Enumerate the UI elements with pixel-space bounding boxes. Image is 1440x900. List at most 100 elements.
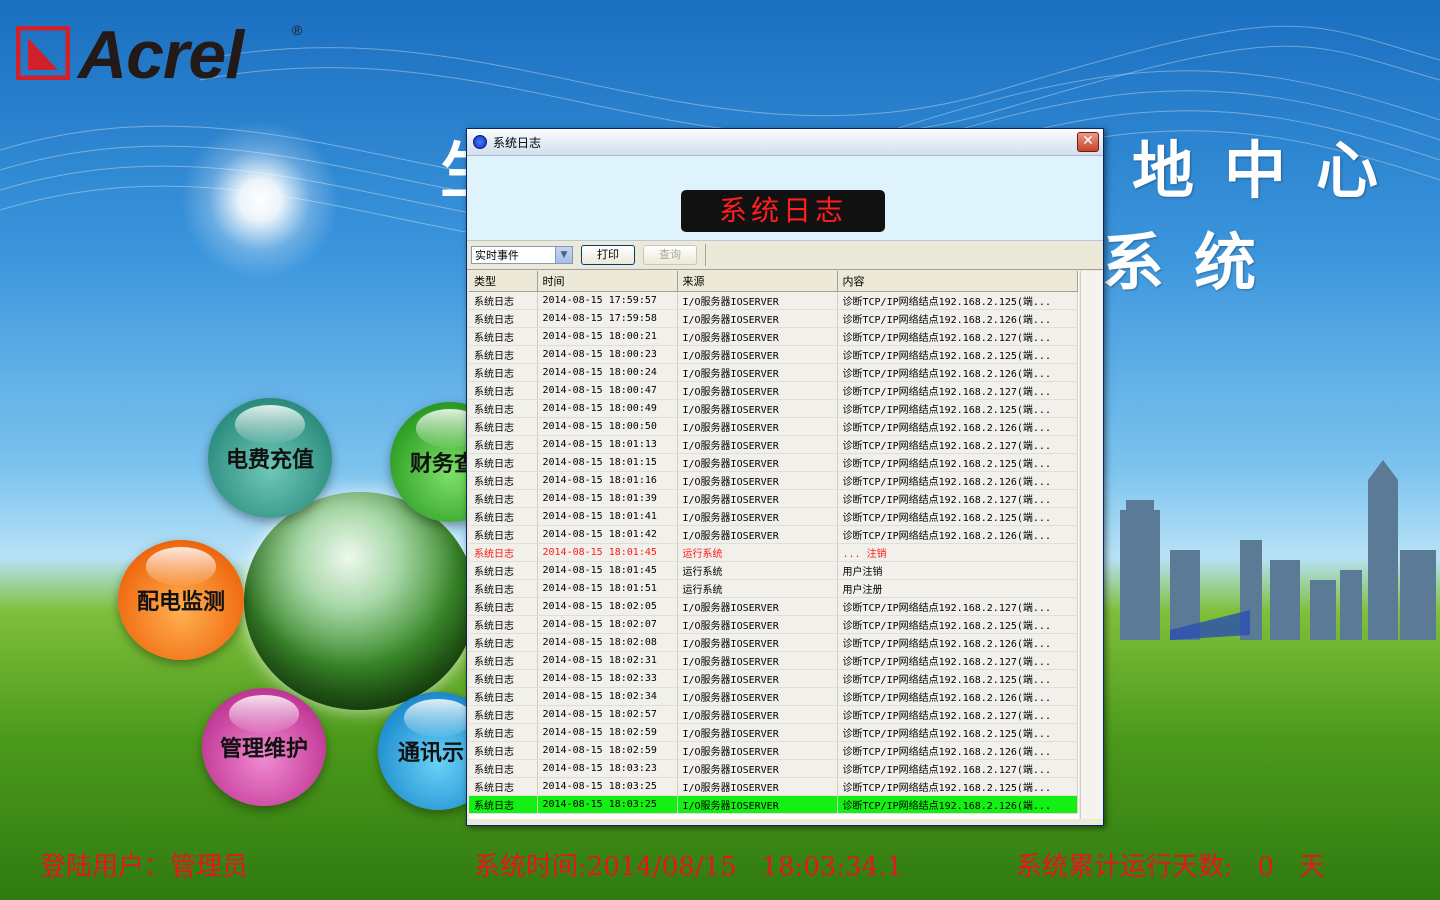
fee-recharge-button[interactable]: 电费充值 [208, 398, 332, 518]
log-cell-content: 诊断TCP/IP网络结点192.168.2.127(端... [837, 435, 1078, 454]
log-cell-content: 诊断TCP/IP网络结点192.168.2.127(端... [837, 759, 1078, 778]
table-row[interactable]: 系统日志 2014-08-15 18:02:08 I/O服务器IOSERVER 诊断T… [469, 633, 1078, 652]
table-row[interactable]: 系统日志 2014-08-15 18:01:41 I/O服务器IOSERVER 诊断T… [469, 507, 1078, 526]
log-cell-source: I/O服务器IOSERVER [677, 507, 838, 526]
dialog-title: 系统日志 [493, 135, 542, 150]
table-row[interactable]: 系统日志 2014-08-15 18:01:15 I/O服务器IOSERVER 诊断T… [469, 453, 1078, 472]
dialog-titlebar[interactable]: 系统日志 ✕ [467, 129, 1103, 156]
table-row[interactable]: 系统日志 2014-08-15 18:02:59 I/O服务器IOSERVER 诊断T… [469, 723, 1078, 742]
table-row[interactable]: 系统日志 2014-08-15 18:02:05 I/O服务器IOSERVER 诊断T… [469, 597, 1078, 616]
table-row[interactable]: 系统日志 2014-08-15 17:59:57 I/O服务器IOSERVER 诊断T… [469, 291, 1078, 310]
log-cell-content: 诊断TCP/IP网络结点192.168.2.126(端... [837, 795, 1078, 814]
log-cell-type: 系统日志 [469, 363, 538, 382]
table-row[interactable]: 系统日志 2014-08-15 18:01:42 I/O服务器IOSERVER 诊断T… [469, 525, 1078, 544]
log-cell-type: 系统日志 [469, 345, 538, 364]
log-cell-type: 系统日志 [469, 543, 538, 562]
log-cell-type: 系统日志 [469, 525, 538, 544]
table-row[interactable]: 系统日志 2014-08-15 18:00:21 I/O服务器IOSERVER 诊断T… [469, 327, 1078, 346]
vertical-scrollbar[interactable] [1080, 271, 1103, 819]
log-cell-content: 诊断TCP/IP网络结点192.168.2.127(端... [837, 327, 1078, 346]
log-cell-time: 2014-08-15 18:01:15 [537, 453, 678, 472]
chevron-down-icon[interactable]: ▼ [555, 247, 572, 263]
log-cell-source: 运行系统 [677, 543, 838, 562]
log-cell-time: 2014-08-15 18:02:34 [537, 687, 678, 706]
log-cell-content: 诊断TCP/IP网络结点192.168.2.126(端... [837, 687, 1078, 706]
table-row[interactable]: 系统日志 2014-08-15 18:01:45 运行系统 ... 注销 [469, 543, 1078, 562]
log-cell-type: 系统日志 [469, 759, 538, 778]
table-header-row: 类型 时间 来源 内容 [469, 271, 1078, 292]
log-cell-time: 2014-08-15 18:01:42 [537, 525, 678, 544]
log-cell-content: 诊断TCP/IP网络结点192.168.2.127(端... [837, 597, 1078, 616]
log-cell-time: 2014-08-15 18:02:07 [537, 615, 678, 634]
table-row[interactable]: 系统日志 2014-08-15 18:02:07 I/O服务器IOSERVER 诊断T… [469, 615, 1078, 634]
log-cell-source: I/O服务器IOSERVER [677, 525, 838, 544]
log-cell-time: 2014-08-15 18:02:57 [537, 705, 678, 724]
log-cell-type: 系统日志 [469, 327, 538, 346]
log-cell-time: 2014-08-15 18:02:59 [537, 741, 678, 760]
col-header-time[interactable]: 时间 [537, 271, 678, 292]
log-cell-content: 诊断TCP/IP网络结点192.168.2.125(端... [837, 453, 1078, 472]
log-cell-type: 系统日志 [469, 687, 538, 706]
log-cell-source: I/O服务器IOSERVER [677, 705, 838, 724]
bg-title-line2: 系统 [1102, 226, 1287, 299]
table-row[interactable]: 系统日志 2014-08-15 18:01:45 运行系统 用户注销 [469, 561, 1078, 580]
log-cell-source: I/O服务器IOSERVER [677, 795, 838, 814]
maintenance-button[interactable]: 管理维护 [202, 688, 326, 806]
close-button[interactable]: ✕ [1077, 132, 1099, 152]
power-monitor-button[interactable]: 配电监测 [118, 540, 244, 660]
log-cell-content: 诊断TCP/IP网络结点192.168.2.126(端... [837, 309, 1078, 328]
log-cell-time: 2014-08-15 18:00:49 [537, 399, 678, 418]
table-row[interactable]: 系统日志 2014-08-15 18:02:57 I/O服务器IOSERVER 诊断T… [469, 705, 1078, 724]
table-row[interactable]: 系统日志 2014-08-15 18:03:25 I/O服务器IOSERVER 诊断T… [469, 777, 1078, 796]
print-button[interactable]: 打印 [581, 245, 635, 265]
log-cell-source: I/O服务器IOSERVER [677, 471, 838, 490]
query-button[interactable]: 查询 [643, 245, 697, 265]
log-cell-source: I/O服务器IOSERVER [677, 399, 838, 418]
log-cell-time: 2014-08-15 18:00:23 [537, 345, 678, 364]
dialog-banner: 系统日志 [467, 156, 1103, 241]
table-row[interactable]: 系统日志 2014-08-15 18:01:16 I/O服务器IOSERVER 诊断T… [469, 471, 1078, 490]
table-row[interactable]: 系统日志 2014-08-15 18:01:13 I/O服务器IOSERVER 诊断T… [469, 435, 1078, 454]
log-cell-source: I/O服务器IOSERVER [677, 687, 838, 706]
log-cell-content: 诊断TCP/IP网络结点192.168.2.127(端... [837, 705, 1078, 724]
table-row[interactable]: 系统日志 2014-08-15 18:00:49 I/O服务器IOSERVER 诊断T… [469, 399, 1078, 418]
log-cell-source: I/O服务器IOSERVER [677, 489, 838, 508]
log-cell-source: I/O服务器IOSERVER [677, 597, 838, 616]
log-cell-source: I/O服务器IOSERVER [677, 291, 838, 310]
log-cell-type: 系统日志 [469, 561, 538, 580]
col-header-content[interactable]: 内容 [837, 271, 1078, 292]
log-cell-source: I/O服务器IOSERVER [677, 309, 838, 328]
log-table-container[interactable]: 类型 时间 来源 内容 系统日志 2014-08-15 17:59:57 I/O服务… [469, 271, 1079, 819]
table-row[interactable]: 系统日志 2014-08-15 18:02:59 I/O服务器IOSERVER 诊断T… [469, 741, 1078, 760]
log-cell-source: I/O服务器IOSERVER [677, 723, 838, 742]
log-cell-source: I/O服务器IOSERVER [677, 417, 838, 436]
log-cell-time: 2014-08-15 18:00:47 [537, 381, 678, 400]
log-cell-type: 系统日志 [469, 579, 538, 598]
table-row[interactable]: 系统日志 2014-08-15 18:02:31 I/O服务器IOSERVER 诊断T… [469, 651, 1078, 670]
table-row[interactable]: 系统日志 2014-08-15 18:00:47 I/O服务器IOSERVER 诊断T… [469, 381, 1078, 400]
table-row[interactable]: 系统日志 2014-08-15 18:01:51 运行系统 用户注册 [469, 579, 1078, 598]
table-row[interactable]: 系统日志 2014-08-15 18:01:39 I/O服务器IOSERVER 诊断T… [469, 489, 1078, 508]
log-cell-time: 2014-08-15 18:02:31 [537, 651, 678, 670]
table-row[interactable]: 系统日志 2014-08-15 17:59:58 I/O服务器IOSERVER 诊断T… [469, 309, 1078, 328]
log-cell-type: 系统日志 [469, 597, 538, 616]
table-row[interactable]: 系统日志 2014-08-15 18:02:33 I/O服务器IOSERVER 诊断T… [469, 669, 1078, 688]
log-cell-type: 系统日志 [469, 507, 538, 526]
table-row[interactable]: 系统日志 2014-08-15 18:02:34 I/O服务器IOSERVER 诊断T… [469, 687, 1078, 706]
table-row[interactable]: 系统日志 2014-08-15 18:00:50 I/O服务器IOSERVER 诊断T… [469, 417, 1078, 436]
log-cell-source: I/O服务器IOSERVER [677, 633, 838, 652]
logo-mark-icon [16, 26, 70, 80]
table-row[interactable]: 系统日志 2014-08-15 18:03:25 I/O服务器IOSERVER 诊断T… [469, 795, 1078, 814]
col-header-type[interactable]: 类型 [469, 271, 538, 292]
col-header-source[interactable]: 来源 [677, 271, 838, 292]
log-cell-type: 系统日志 [469, 741, 538, 760]
table-row[interactable]: 系统日志 2014-08-15 18:00:24 I/O服务器IOSERVER 诊断T… [469, 363, 1078, 382]
log-cell-source: I/O服务器IOSERVER [677, 345, 838, 364]
table-row[interactable]: 系统日志 2014-08-15 18:00:23 I/O服务器IOSERVER 诊断T… [469, 345, 1078, 364]
table-row[interactable]: 系统日志 2014-08-15 18:03:23 I/O服务器IOSERVER 诊断T… [469, 759, 1078, 778]
log-cell-type: 系统日志 [469, 453, 538, 472]
event-type-select[interactable]: 实时事件 ▼ [471, 246, 573, 264]
fee-recharge-label: 电费充值 [225, 447, 314, 473]
log-cell-time: 2014-08-15 18:00:50 [537, 417, 678, 436]
log-cell-time: 2014-08-15 18:03:25 [537, 777, 678, 796]
